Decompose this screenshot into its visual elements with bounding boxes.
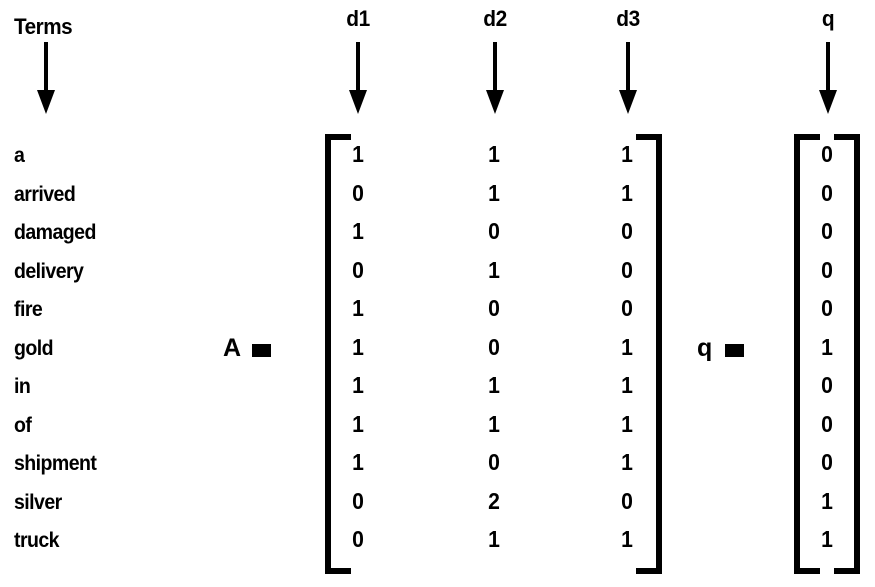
matrix-a-cell: 0 — [488, 295, 500, 321]
matrix-a-cell: 1 — [352, 141, 364, 167]
matrix-a-cell: 1 — [621, 333, 633, 360]
matrix-a-left-bracket — [325, 134, 351, 574]
matrix-a-cell: 1 — [352, 372, 364, 398]
term-item: a — [14, 144, 25, 167]
matrix-a-cell: 1 — [488, 410, 500, 437]
column-header-d3: d3 — [616, 6, 640, 31]
matrix-a-cell: 1 — [621, 449, 633, 475]
matrix-a-cell: 1 — [352, 449, 364, 475]
vector-q-cell: 0 — [821, 179, 833, 206]
matrix-a-cell: 1 — [488, 372, 500, 398]
matrix-a-cell: 1 — [621, 526, 633, 552]
matrix-a-cell: 0 — [621, 218, 633, 244]
matrix-a-cell: 1 — [352, 333, 364, 360]
terms-down-arrow-icon — [33, 42, 59, 114]
vector-q-right-bracket — [834, 134, 860, 574]
matrix-a-cell: 1 — [488, 526, 500, 552]
matrix-a-cell: 0 — [621, 295, 633, 321]
matrix-a-cell: 1 — [488, 179, 500, 206]
column-header-q: q — [821, 6, 835, 31]
vector-q-cell: 1 — [821, 487, 833, 514]
term-item: arrived — [14, 182, 76, 206]
matrix-a-cell: 2 — [488, 487, 500, 514]
term-item: in — [14, 375, 31, 398]
terms-label: Terms — [14, 14, 73, 39]
matrix-a-cell: 1 — [352, 295, 364, 321]
d3-down-arrow-icon — [615, 42, 641, 114]
term-item: fire — [14, 298, 43, 321]
d1-down-arrow-icon — [345, 42, 371, 114]
matrix-a-cell: 0 — [352, 487, 364, 514]
column-header-d1: d1 — [346, 6, 370, 31]
vector-q-cell: 0 — [821, 141, 833, 167]
term-item: truck — [14, 529, 60, 552]
vector-q-cell: 1 — [821, 333, 833, 360]
matrix-a-name: A — [223, 334, 242, 362]
matrix-a-equals-sign — [252, 344, 271, 357]
vector-q-cell: 0 — [821, 295, 833, 321]
d2-down-arrow-icon — [482, 42, 508, 114]
vector-q-equals-sign — [725, 344, 744, 357]
matrix-a-cell: 0 — [488, 333, 500, 360]
vector-q-cell: 1 — [821, 526, 833, 552]
matrix-a-cell: 1 — [352, 410, 364, 437]
term-item: damaged — [14, 221, 96, 244]
vector-q-name: q — [697, 334, 713, 362]
matrix-a-cell: 0 — [488, 218, 500, 244]
matrix-a-cell: 0 — [621, 256, 633, 283]
term-item: shipment — [14, 452, 97, 475]
term-item: delivery — [14, 259, 84, 283]
matrix-a-cell: 1 — [488, 141, 500, 167]
matrix-a-right-bracket — [636, 134, 662, 574]
term-item: silver — [14, 490, 62, 514]
term-item: of — [14, 413, 32, 437]
matrix-a-cell: 1 — [488, 256, 500, 283]
matrix-a-cell: 1 — [621, 179, 633, 206]
matrix-a-cell: 0 — [352, 526, 364, 552]
term-item: gold — [14, 336, 54, 360]
matrix-a-cell: 0 — [352, 179, 364, 206]
matrix-a-cell: 0 — [621, 487, 633, 514]
q-down-arrow-icon — [815, 42, 841, 114]
matrix-a-cell: 1 — [621, 410, 633, 437]
vector-q-cell: 0 — [821, 449, 833, 475]
vector-q-cell: 0 — [821, 410, 833, 437]
vector-q-cell: 0 — [821, 372, 833, 398]
vector-q-cell: 0 — [821, 218, 833, 244]
term-document-matrix-figure: Terms d1 d2 d3 q a arrived damaged delivery… — [0, 0, 875, 587]
matrix-a-cell: 1 — [621, 372, 633, 398]
matrix-a-cell: 0 — [352, 256, 364, 283]
matrix-a-cell: 1 — [621, 141, 633, 167]
column-header-d2: d2 — [483, 6, 507, 31]
matrix-a-cell: 0 — [488, 449, 500, 475]
matrix-a-cell: 1 — [352, 218, 364, 244]
vector-q-left-bracket — [794, 134, 820, 574]
vector-q-cell: 0 — [821, 256, 833, 283]
